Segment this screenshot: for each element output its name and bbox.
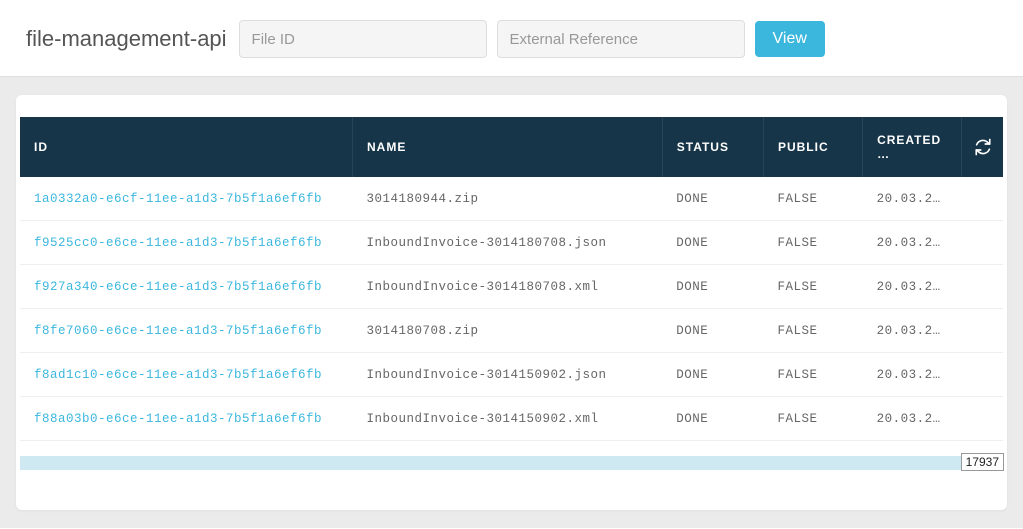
table-row: f927a340-e6ce-11ee-a1d3-7b5f1a6ef6fb Inbo… [20,265,1003,309]
column-header-status[interactable]: STATUS [662,117,763,177]
cell-status: DONE [662,221,763,265]
cell-name: InboundInvoice-3014180708.json [352,221,662,265]
cell-id: f9525cc0-e6ce-11ee-a1d3-7b5f1a6ef6fb [20,221,352,265]
cell-status: DONE [662,265,763,309]
table-card: ID NAME STATUS PUBLIC CREATED … [16,95,1007,510]
file-id-link[interactable]: f927a340-e6ce-11ee-a1d3-7b5f1a6ef6fb [34,280,322,294]
column-header-name[interactable]: NAME [352,117,662,177]
column-header-id[interactable]: ID [20,117,352,177]
cell-created: 20.03.202… [863,397,962,441]
view-button[interactable]: View [755,21,825,57]
cell-empty [962,221,1003,265]
content-area: ID NAME STATUS PUBLIC CREATED … [0,77,1023,528]
cell-id: f8fe7060-e6ce-11ee-a1d3-7b5f1a6ef6fb [20,309,352,353]
cell-empty [962,265,1003,309]
cell-created: 20.03.202… [863,353,962,397]
cell-name: 3014180944.zip [352,177,662,221]
external-reference-input[interactable] [497,20,745,58]
file-id-link[interactable]: f8ad1c10-e6ce-11ee-a1d3-7b5f1a6ef6fb [34,368,322,382]
file-id-link[interactable]: 1a0332a0-e6cf-11ee-a1d3-7b5f1a6ef6fb [34,192,322,206]
refresh-icon [970,138,995,156]
files-table: ID NAME STATUS PUBLIC CREATED … [20,117,1003,441]
cell-created: 20.03.202… [863,309,962,353]
cell-status: DONE [662,177,763,221]
horizontal-scrollbar[interactable] [20,456,1003,470]
cell-empty [962,397,1003,441]
cell-name: InboundInvoice-3014150902.xml [352,397,662,441]
table-row: f8ad1c10-e6ce-11ee-a1d3-7b5f1a6ef6fb Inbo… [20,353,1003,397]
header: file-management-api View [0,0,1023,77]
column-header-refresh[interactable] [962,117,1003,177]
cell-status: DONE [662,309,763,353]
cell-public: FALSE [763,177,862,221]
cell-empty [962,309,1003,353]
cell-public: FALSE [763,221,862,265]
cell-empty [962,177,1003,221]
cell-name: 3014180708.zip [352,309,662,353]
table-row: 1a0332a0-e6cf-11ee-a1d3-7b5f1a6ef6fb 3014… [20,177,1003,221]
cell-name: InboundInvoice-3014150902.json [352,353,662,397]
cell-status: DONE [662,353,763,397]
table-row: f8fe7060-e6ce-11ee-a1d3-7b5f1a6ef6fb 3014… [20,309,1003,353]
cell-created: 20.03.202… [863,221,962,265]
file-id-link[interactable]: f8fe7060-e6ce-11ee-a1d3-7b5f1a6ef6fb [34,324,322,338]
cell-created: 20.03.202… [863,177,962,221]
column-header-created[interactable]: CREATED … [863,117,962,177]
app-title: file-management-api [26,26,227,52]
file-id-link[interactable]: f9525cc0-e6ce-11ee-a1d3-7b5f1a6ef6fb [34,236,322,250]
cell-name: InboundInvoice-3014180708.xml [352,265,662,309]
file-id-input[interactable] [239,20,487,58]
table-row: f88a03b0-e6ce-11ee-a1d3-7b5f1a6ef6fb Inbo… [20,397,1003,441]
table-row: f9525cc0-e6ce-11ee-a1d3-7b5f1a6ef6fb Inbo… [20,221,1003,265]
cell-id: f88a03b0-e6ce-11ee-a1d3-7b5f1a6ef6fb [20,397,352,441]
cell-created: 20.03.202… [863,265,962,309]
column-header-public[interactable]: PUBLIC [763,117,862,177]
cell-public: FALSE [763,265,862,309]
total-count-badge: 17937 [961,453,1004,471]
file-id-link[interactable]: f88a03b0-e6ce-11ee-a1d3-7b5f1a6ef6fb [34,412,322,426]
cell-public: FALSE [763,397,862,441]
cell-empty [962,353,1003,397]
cell-id: f8ad1c10-e6ce-11ee-a1d3-7b5f1a6ef6fb [20,353,352,397]
cell-status: DONE [662,397,763,441]
cell-id: 1a0332a0-e6cf-11ee-a1d3-7b5f1a6ef6fb [20,177,352,221]
cell-id: f927a340-e6ce-11ee-a1d3-7b5f1a6ef6fb [20,265,352,309]
cell-public: FALSE [763,309,862,353]
cell-public: FALSE [763,353,862,397]
